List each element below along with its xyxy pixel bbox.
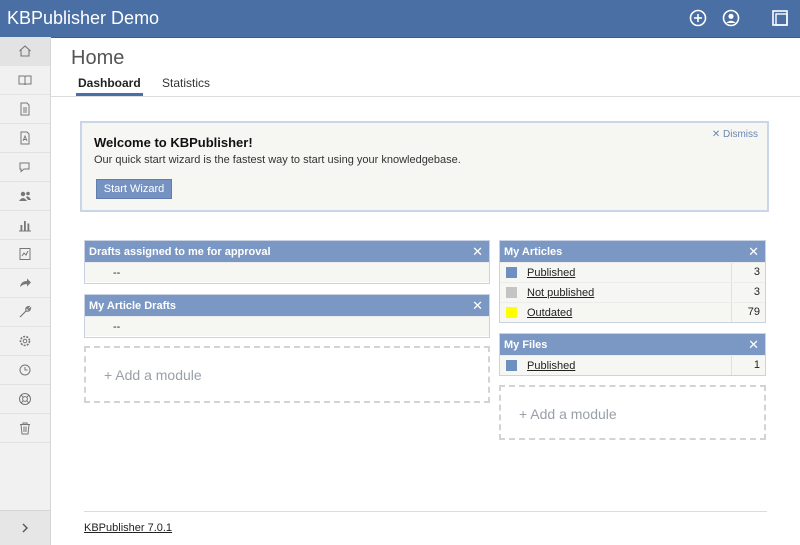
module-header: My Article Drafts ✕ (85, 295, 489, 316)
my-files-module: My Files ✕ Published 1 (499, 333, 766, 376)
module-header: Drafts assigned to me for approval ✕ (85, 241, 489, 262)
sidebar-item-feedback[interactable] (0, 153, 50, 182)
version-link[interactable]: KBPublisher 7.0.1 (84, 522, 172, 534)
module-title: My Article Drafts (89, 299, 177, 312)
sidebar-item-articles[interactable] (0, 66, 50, 95)
window-icon[interactable] (771, 9, 789, 27)
chevron-right-icon (22, 523, 28, 533)
module-title: My Articles (504, 245, 563, 258)
top-bar: KBPublisher Demo (0, 0, 800, 38)
welcome-panel: Welcome to KBPublisher! Our quick start … (80, 121, 769, 212)
book-icon (18, 75, 32, 86)
sidebar-item-home[interactable] (0, 37, 50, 66)
module-header: My Files ✕ (500, 334, 765, 355)
list-item: -- (85, 316, 489, 336)
article-drafts-module: My Article Drafts ✕ -- (84, 294, 490, 338)
close-icon[interactable]: ✕ (472, 244, 483, 260)
published-link[interactable]: Published (527, 360, 731, 372)
table-row: Outdated 79 (500, 302, 765, 322)
sidebar (0, 37, 51, 545)
add-module-label: + Add a module (104, 367, 202, 383)
tab-statistics[interactable]: Statistics (162, 76, 210, 90)
list-item: -- (85, 262, 489, 282)
add-circle-icon[interactable] (689, 9, 707, 27)
outdated-link[interactable]: Outdated (527, 307, 731, 319)
count-value: 1 (731, 356, 765, 375)
bar-chart-icon (19, 221, 31, 232)
chat-icon (19, 162, 30, 173)
sidebar-item-tools[interactable] (0, 298, 50, 327)
footer-divider (84, 511, 767, 512)
close-icon[interactable]: ✕ (748, 244, 759, 260)
empty-value: -- (113, 320, 121, 333)
table-row: Not published 3 (500, 282, 765, 302)
dismiss-link[interactable]: ✕ Dismiss (712, 129, 758, 140)
app-title[interactable]: KBPublisher Demo (7, 8, 159, 29)
close-icon[interactable]: ✕ (472, 298, 483, 314)
module-header: My Articles ✕ (500, 241, 765, 262)
welcome-text: Our quick start wizard is the fastest wa… (94, 154, 461, 166)
home-icon (19, 45, 31, 57)
table-row: Published 3 (500, 262, 765, 282)
history-icon (19, 364, 31, 376)
table-row: Published 1 (500, 355, 765, 375)
tabs-divider (50, 96, 800, 97)
not-published-link[interactable]: Not published (527, 287, 731, 299)
report-icon (19, 248, 31, 260)
wrench-icon (19, 305, 32, 318)
tab-dashboard[interactable]: Dashboard (78, 76, 141, 90)
sidebar-item-trash[interactable] (0, 414, 50, 443)
file-pdf-icon (20, 131, 30, 145)
sidebar-item-files[interactable] (0, 124, 50, 153)
close-icon: ✕ (711, 129, 723, 140)
sidebar-item-log[interactable] (0, 356, 50, 385)
status-swatch (506, 287, 517, 298)
document-icon (20, 102, 30, 116)
sidebar-item-export[interactable] (0, 269, 50, 298)
sidebar-item-documents[interactable] (0, 95, 50, 124)
add-module-button-left[interactable]: + Add a module (84, 346, 490, 403)
my-articles-module: My Articles ✕ Published 3 Not published … (499, 240, 766, 323)
status-swatch (506, 307, 517, 318)
gear-icon (19, 335, 31, 347)
sidebar-item-users[interactable] (0, 182, 50, 211)
sidebar-item-report-view[interactable] (0, 240, 50, 269)
published-link[interactable]: Published (527, 267, 731, 279)
module-title: Drafts assigned to me for approval (89, 245, 271, 258)
count-value: 79 (731, 303, 765, 322)
user-profile-icon[interactable] (722, 9, 740, 27)
sidebar-item-reports[interactable] (0, 211, 50, 240)
sidebar-expand-button[interactable] (0, 510, 50, 545)
add-module-label: + Add a module (519, 406, 617, 422)
start-wizard-button[interactable]: Start Wizard (96, 179, 172, 199)
sidebar-item-settings[interactable] (0, 327, 50, 356)
close-icon[interactable]: ✕ (748, 337, 759, 353)
module-title: My Files (504, 338, 548, 351)
lifebuoy-icon (19, 393, 31, 405)
sidebar-item-help[interactable] (0, 385, 50, 414)
users-icon (19, 191, 31, 201)
status-swatch (506, 360, 517, 371)
share-arrow-icon (20, 278, 31, 287)
count-value: 3 (731, 263, 765, 282)
welcome-title: Welcome to KBPublisher! (94, 135, 253, 150)
count-value: 3 (731, 283, 765, 302)
add-module-button-right[interactable]: + Add a module (499, 385, 766, 440)
status-swatch (506, 267, 517, 278)
drafts-approval-module: Drafts assigned to me for approval ✕ -- (84, 240, 490, 284)
page-title: Home (71, 47, 125, 69)
empty-value: -- (113, 266, 121, 279)
trash-icon (20, 422, 30, 435)
dismiss-label: Dismiss (723, 129, 758, 140)
